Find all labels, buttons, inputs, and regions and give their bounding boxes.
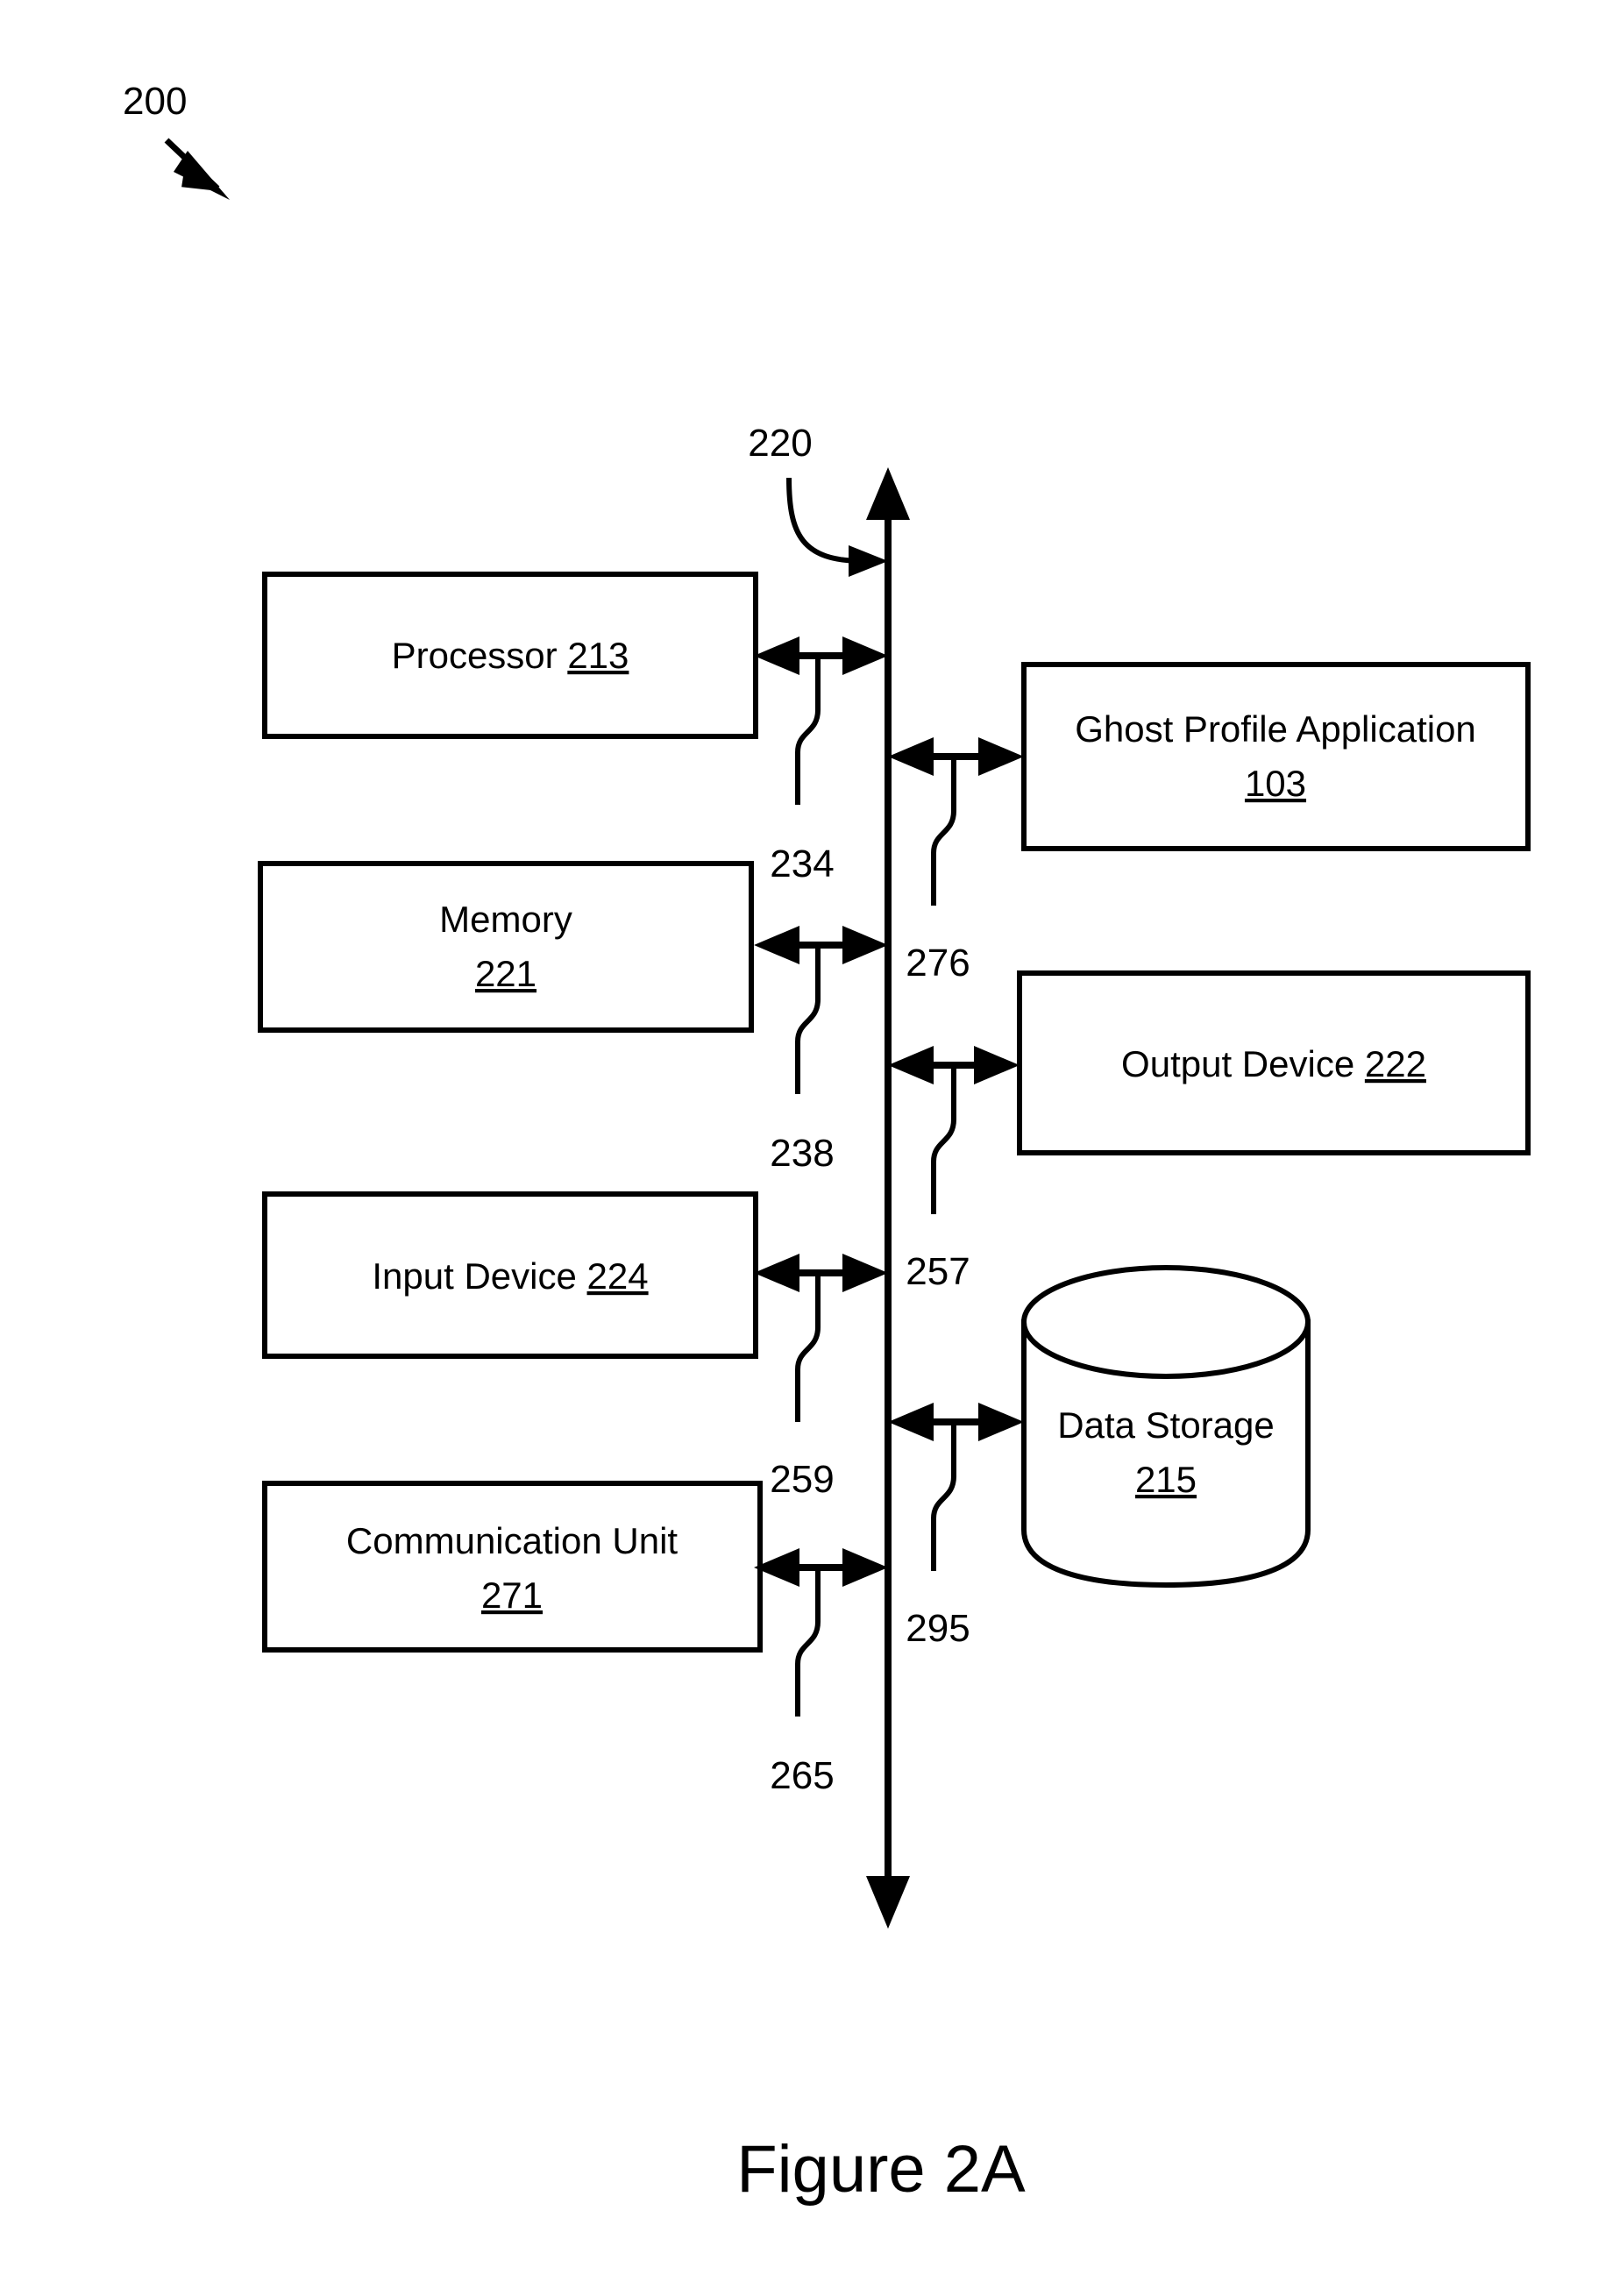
connector-259-leader [795,1276,821,1422]
connector-295-leader [931,1425,956,1571]
bus-top-arrowhead [866,467,910,520]
connector-234-right-arrowhead [842,636,888,675]
connector-238-ref: 238 [770,1132,834,1175]
system-bus [866,467,910,1929]
connector-276: 276 [888,737,1024,985]
connector-265-ref: 265 [770,1754,834,1797]
block-data-storage[interactable]: Data Storage 215 [1021,1265,1311,1589]
ghost-profile-application-label: Ghost Profile Application [1075,708,1476,750]
connector-259-left-arrowhead [754,1254,799,1292]
communication-unit-box[interactable] [262,1481,763,1653]
communication-unit-label: Communication Unit [346,1520,678,1561]
bus-ref-number: 220 [748,422,812,465]
connector-295-ref: 295 [906,1607,970,1650]
connector-238: 238 [754,926,888,1175]
block-communication-unit[interactable]: Communication Unit 271 [262,1481,763,1653]
connector-259: 259 [754,1254,888,1501]
memory-box[interactable] [258,861,754,1033]
data-storage-ref: 215 [1135,1459,1197,1500]
memory-label: Memory [439,899,572,940]
bus-reference-callout: 220 [748,422,888,577]
connector-259-right-arrowhead [842,1254,888,1292]
connector-234-left-arrowhead [754,636,799,675]
data-storage-label: Data Storage [1057,1404,1275,1446]
figure-2a-diagram: 200 220 Processor 213 234 Memory 221 238… [123,80,1531,2207]
connector-234-leader [795,659,821,805]
output-device-label: Output Device 222 [1121,1043,1426,1084]
system-reference-callout: 200 [123,80,230,200]
processor-label: Processor 213 [392,635,629,676]
connector-265: 265 [754,1548,888,1797]
connector-295-right-arrowhead [978,1403,1024,1441]
bus-bottom-arrowhead [866,1876,910,1929]
connector-276-left-arrowhead [888,737,934,776]
figure-caption: Figure 2A [736,2132,1026,2207]
block-ghost-profile-application[interactable]: Ghost Profile Application 103 [1021,662,1531,851]
connector-234: 234 [754,636,888,885]
connector-295-left-arrowhead [888,1403,934,1441]
connector-265-leader [795,1571,821,1717]
figure-page: 200 220 Processor 213 234 Memory 221 238… [0,0,1620,2296]
connector-257-leader [931,1069,956,1214]
block-memory[interactable]: Memory 221 [258,861,754,1033]
system-ref-number: 200 [123,80,187,123]
block-input-device[interactable]: Input Device 224 [262,1191,758,1359]
connector-276-leader [931,760,956,906]
bus-ref-arrowhead [849,545,888,577]
memory-ref: 221 [475,953,536,994]
ghost-profile-application-box[interactable] [1021,662,1531,851]
data-storage-cylinder-top [1021,1265,1311,1379]
connector-234-ref: 234 [770,842,834,885]
connector-238-left-arrowhead [754,926,799,964]
connector-257-right-arrowhead [974,1046,1020,1084]
block-output-device[interactable]: Output Device 222 [1017,970,1531,1155]
input-device-label: Input Device 224 [372,1255,648,1297]
connector-259-ref: 259 [770,1458,834,1501]
connector-257-left-arrowhead [888,1046,934,1084]
connector-238-right-arrowhead [842,926,888,964]
communication-unit-ref: 271 [481,1575,543,1616]
connector-265-right-arrowhead [842,1548,888,1587]
connector-276-ref: 276 [906,942,970,985]
ghost-profile-application-ref: 103 [1245,763,1306,804]
connector-257: 257 [888,1046,1020,1293]
connector-257-ref: 257 [906,1250,970,1293]
connector-276-right-arrowhead [978,737,1024,776]
block-processor[interactable]: Processor 213 [262,572,758,739]
connector-238-leader [795,949,821,1094]
connector-295: 295 [888,1403,1024,1650]
